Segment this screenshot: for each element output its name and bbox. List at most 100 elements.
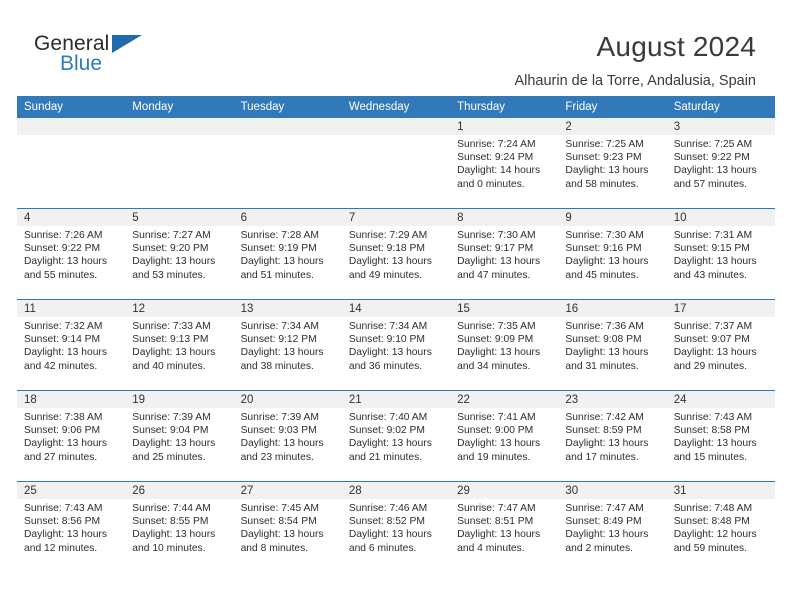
day-cell[interactable]: 11 Sunrise: 7:32 AM Sunset: 9:14 PM Dayligh… [17, 299, 126, 391]
sunrise-text: Sunrise: 7:34 AM [240, 321, 319, 332]
daylight-text: Daylight: 12 hours and 59 minutes. [673, 529, 757, 554]
daylight-text: Daylight: 13 hours and 6 minutes. [348, 529, 432, 554]
day-cell-inner: 14 Sunrise: 7:34 AM Sunset: 9:10 PM Dayligh… [341, 300, 451, 390]
sunrise-text: Sunrise: 7:40 AM [348, 412, 428, 423]
day-details: Sunrise: 7:43 AM Sunset: 8:56 PM Daylight:… [17, 499, 125, 555]
day-cell[interactable]: 17 Sunrise: 7:37 AM Sunset: 9:07 PM Dayligh… [666, 299, 775, 391]
daylight-text: Daylight: 13 hours and 40 minutes. [132, 347, 216, 372]
sunrise-text: Sunrise: 7:39 AM [240, 412, 319, 423]
day-number [125, 118, 234, 135]
day-cell[interactable]: 12 Sunrise: 7:33 AM Sunset: 9:13 PM Dayligh… [125, 299, 234, 391]
daylight-text: Daylight: 13 hours and 4 minutes. [457, 529, 541, 554]
day-cell[interactable]: 7 Sunrise: 7:29 AM Sunset: 9:18 PM Daylight… [341, 208, 451, 300]
day-number: 10 [666, 209, 775, 226]
daylight-text: Daylight: 13 hours and 53 minutes. [132, 256, 216, 281]
daylight-text: Daylight: 13 hours and 31 minutes. [565, 347, 649, 372]
day-cell[interactable]: 30 Sunrise: 7:47 AM Sunset: 8:49 PM Dayligh… [558, 481, 667, 572]
day-cell-inner: 3 Sunrise: 7:25 AM Sunset: 9:22 PM Daylight… [666, 118, 775, 208]
day-number: 6 [233, 209, 342, 226]
day-cell[interactable]: 1 Sunrise: 7:24 AM Sunset: 9:24 PM Daylight… [450, 118, 559, 209]
day-number: 5 [125, 209, 234, 226]
day-cell[interactable]: 10 Sunrise: 7:31 AM Sunset: 9:15 PM Dayligh… [666, 208, 775, 300]
daylight-text: Daylight: 13 hours and 19 minutes. [457, 438, 541, 463]
sunrise-text: Sunrise: 7:30 AM [565, 230, 644, 241]
day-cell[interactable]: 28 Sunrise: 7:46 AM Sunset: 8:52 PM Dayligh… [341, 481, 451, 572]
sunrise-text: Sunrise: 7:35 AM [457, 321, 536, 332]
sunset-text: Sunset: 9:19 PM [240, 243, 317, 255]
sunset-text: Sunset: 9:18 PM [348, 243, 425, 255]
day-details: Sunrise: 7:47 AM Sunset: 8:49 PM Daylight:… [558, 499, 666, 555]
day-cell[interactable]: 8 Sunrise: 7:30 AM Sunset: 9:17 PM Daylight… [450, 208, 559, 300]
day-cell[interactable]: 3 Sunrise: 7:25 AM Sunset: 9:22 PM Daylight… [666, 118, 775, 209]
day-cell[interactable]: 16 Sunrise: 7:36 AM Sunset: 9:08 PM Dayligh… [558, 299, 667, 391]
sunrise-text: Sunrise: 7:32 AM [24, 321, 103, 332]
day-details: Sunrise: 7:41 AM Sunset: 9:00 PM Daylight:… [450, 408, 558, 464]
weekday-header-thursday: Thursday [450, 96, 559, 118]
sunrise-text: Sunrise: 7:30 AM [457, 230, 536, 241]
day-cell[interactable]: 14 Sunrise: 7:34 AM Sunset: 9:10 PM Dayligh… [341, 299, 451, 391]
weekday-header-friday: Friday [558, 96, 667, 118]
day-cell[interactable]: 22 Sunrise: 7:41 AM Sunset: 9:00 PM Dayligh… [450, 390, 559, 482]
sunrise-text: Sunrise: 7:36 AM [565, 321, 644, 332]
day-number: 26 [125, 482, 234, 499]
day-cell[interactable]: 15 Sunrise: 7:35 AM Sunset: 9:09 PM Dayligh… [450, 299, 559, 391]
weekday-header-tuesday: Tuesday [233, 96, 342, 118]
weekday-header-wednesday: Wednesday [341, 96, 451, 118]
daylight-text: Daylight: 13 hours and 23 minutes. [240, 438, 324, 463]
day-cell[interactable]: 13 Sunrise: 7:34 AM Sunset: 9:12 PM Dayligh… [233, 299, 342, 391]
day-cell[interactable]: 21 Sunrise: 7:40 AM Sunset: 9:02 PM Dayligh… [341, 390, 451, 482]
day-cell-inner [125, 118, 234, 208]
day-number: 27 [233, 482, 342, 499]
day-cell[interactable]: 6 Sunrise: 7:28 AM Sunset: 9:19 PM Daylight… [233, 208, 342, 300]
sunrise-text: Sunrise: 7:24 AM [457, 139, 536, 150]
day-number: 29 [450, 482, 559, 499]
sunrise-text: Sunrise: 7:41 AM [457, 412, 536, 423]
day-cell[interactable]: 31 Sunrise: 7:48 AM Sunset: 8:48 PM Dayligh… [666, 481, 775, 572]
daylight-text: Daylight: 13 hours and 36 minutes. [348, 347, 432, 372]
day-number: 11 [17, 300, 126, 317]
day-cell-empty [125, 118, 234, 209]
day-cell[interactable]: 4 Sunrise: 7:26 AM Sunset: 9:22 PM Daylight… [17, 208, 126, 300]
sunset-text: Sunset: 8:52 PM [348, 516, 425, 528]
calendar-header-row: Sunday Monday Tuesday Wednesday Thursday Frid… [17, 96, 775, 118]
day-details: Sunrise: 7:29 AM Sunset: 9:18 PM Daylight:… [342, 226, 450, 282]
general-blue-logo[interactable]: General Blue [34, 28, 174, 84]
day-cell-inner: 29 Sunrise: 7:47 AM Sunset: 8:51 PM Dayligh… [450, 482, 559, 572]
day-cell[interactable]: 18 Sunrise: 7:38 AM Sunset: 9:06 PM Dayligh… [17, 390, 126, 482]
week-row: 25 Sunrise: 7:43 AM Sunset: 8:56 PM Dayligh… [17, 481, 775, 572]
day-cell-empty [341, 118, 451, 209]
day-cell[interactable]: 26 Sunrise: 7:44 AM Sunset: 8:55 PM Dayligh… [125, 481, 234, 572]
day-cell[interactable]: 9 Sunrise: 7:30 AM Sunset: 9:16 PM Daylight… [558, 208, 667, 300]
day-details: Sunrise: 7:37 AM Sunset: 9:07 PM Daylight:… [667, 317, 775, 373]
day-number [233, 118, 342, 135]
day-cell[interactable]: 19 Sunrise: 7:39 AM Sunset: 9:04 PM Dayligh… [125, 390, 234, 482]
day-number: 2 [558, 118, 667, 135]
day-number: 21 [341, 391, 451, 408]
day-cell[interactable]: 27 Sunrise: 7:45 AM Sunset: 8:54 PM Dayligh… [233, 481, 342, 572]
day-number: 12 [125, 300, 234, 317]
sunset-text: Sunset: 9:09 PM [457, 334, 534, 346]
day-details: Sunrise: 7:25 AM Sunset: 9:23 PM Daylight:… [558, 135, 666, 191]
sunset-text: Sunset: 9:13 PM [132, 334, 209, 346]
day-cell[interactable]: 2 Sunrise: 7:25 AM Sunset: 9:23 PM Daylight… [558, 118, 667, 209]
day-number: 25 [17, 482, 126, 499]
day-cell-inner: 20 Sunrise: 7:39 AM Sunset: 9:03 PM Dayligh… [233, 391, 342, 481]
day-number: 3 [666, 118, 775, 135]
day-cell[interactable]: 5 Sunrise: 7:27 AM Sunset: 9:20 PM Daylight… [125, 208, 234, 300]
day-cell-inner: 5 Sunrise: 7:27 AM Sunset: 9:20 PM Daylight… [125, 209, 234, 299]
day-cell-inner: 22 Sunrise: 7:41 AM Sunset: 9:00 PM Dayligh… [450, 391, 559, 481]
day-details: Sunrise: 7:27 AM Sunset: 9:20 PM Daylight:… [125, 226, 233, 282]
day-cell[interactable]: 29 Sunrise: 7:47 AM Sunset: 8:51 PM Dayligh… [450, 481, 559, 572]
day-cell-inner: 4 Sunrise: 7:26 AM Sunset: 9:22 PM Daylight… [17, 209, 126, 299]
day-cell[interactable]: 23 Sunrise: 7:42 AM Sunset: 8:59 PM Dayligh… [558, 390, 667, 482]
day-cell[interactable]: 24 Sunrise: 7:43 AM Sunset: 8:58 PM Dayligh… [666, 390, 775, 482]
sunrise-text: Sunrise: 7:37 AM [673, 321, 753, 332]
day-cell-inner: 27 Sunrise: 7:45 AM Sunset: 8:54 PM Dayligh… [233, 482, 342, 572]
day-number: 7 [341, 209, 451, 226]
sunset-text: Sunset: 9:22 PM [673, 152, 750, 164]
day-cell[interactable]: 20 Sunrise: 7:39 AM Sunset: 9:03 PM Dayligh… [233, 390, 342, 482]
sunset-text: Sunset: 9:22 PM [24, 243, 101, 255]
day-cell[interactable]: 25 Sunrise: 7:43 AM Sunset: 8:56 PM Dayligh… [17, 481, 126, 572]
daylight-text: Daylight: 14 hours and 0 minutes. [457, 165, 541, 190]
day-details: Sunrise: 7:43 AM Sunset: 8:58 PM Daylight:… [667, 408, 775, 464]
